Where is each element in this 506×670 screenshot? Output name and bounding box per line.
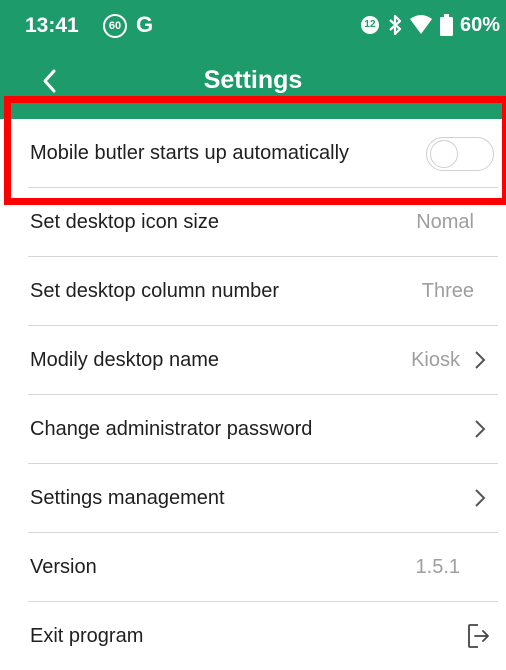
battery-percent: 60% <box>459 13 500 36</box>
setting-value: Three <box>421 280 474 302</box>
chevron-right-icon <box>475 420 486 438</box>
toggle-knob <box>430 140 458 168</box>
setting-exit[interactable]: Exit program <box>28 602 498 670</box>
wifi-icon <box>409 15 432 34</box>
setting-column-number[interactable]: Set desktop column number Three <box>28 257 498 326</box>
setting-value: Kiosk <box>411 349 460 371</box>
setting-label: Set desktop icon size <box>30 211 219 233</box>
battery-icon <box>439 14 453 36</box>
bluetooth-icon <box>389 14 402 36</box>
setting-management[interactable]: Settings management <box>28 464 498 533</box>
google-icon: G <box>136 12 154 37</box>
setting-value: Nomal <box>416 211 474 233</box>
chevron-right-icon <box>475 351 486 369</box>
status-icons: 12 60% <box>360 12 500 38</box>
exit-icon[interactable] <box>467 623 491 649</box>
setting-label: Exit program <box>30 625 144 647</box>
setting-label: Version <box>30 556 97 578</box>
setting-auto-start[interactable]: Mobile butler starts up automatically <box>28 119 498 188</box>
status-time: 13:41 <box>25 14 79 37</box>
auto-start-toggle[interactable] <box>426 137 494 171</box>
setting-admin-password[interactable]: Change administrator password <box>28 395 498 464</box>
setting-desktop-name[interactable]: Modily desktop name Kiosk <box>28 326 498 395</box>
page-title: Settings <box>203 66 303 94</box>
status-bar: 13:41 60 G 12 60% <box>0 0 506 48</box>
setting-icon-size[interactable]: Set desktop icon size Nomal <box>28 188 498 257</box>
setting-label: Set desktop column number <box>30 280 280 302</box>
chevron-right-icon <box>475 489 486 507</box>
setting-label: Change administrator password <box>30 418 313 440</box>
version-value: 1.5.1 <box>415 556 460 578</box>
setting-label: Mobile butler starts up automatically <box>30 142 350 164</box>
notification-badge-icon: 60 <box>103 14 127 38</box>
setting-label: Modily desktop name <box>30 349 219 371</box>
setting-version: Version 1.5.1 <box>28 533 498 602</box>
setting-label: Settings management <box>30 487 225 509</box>
sim-icon: 12 <box>360 16 379 34</box>
app-header: 13:41 60 G 12 60% Settings <box>0 0 506 119</box>
